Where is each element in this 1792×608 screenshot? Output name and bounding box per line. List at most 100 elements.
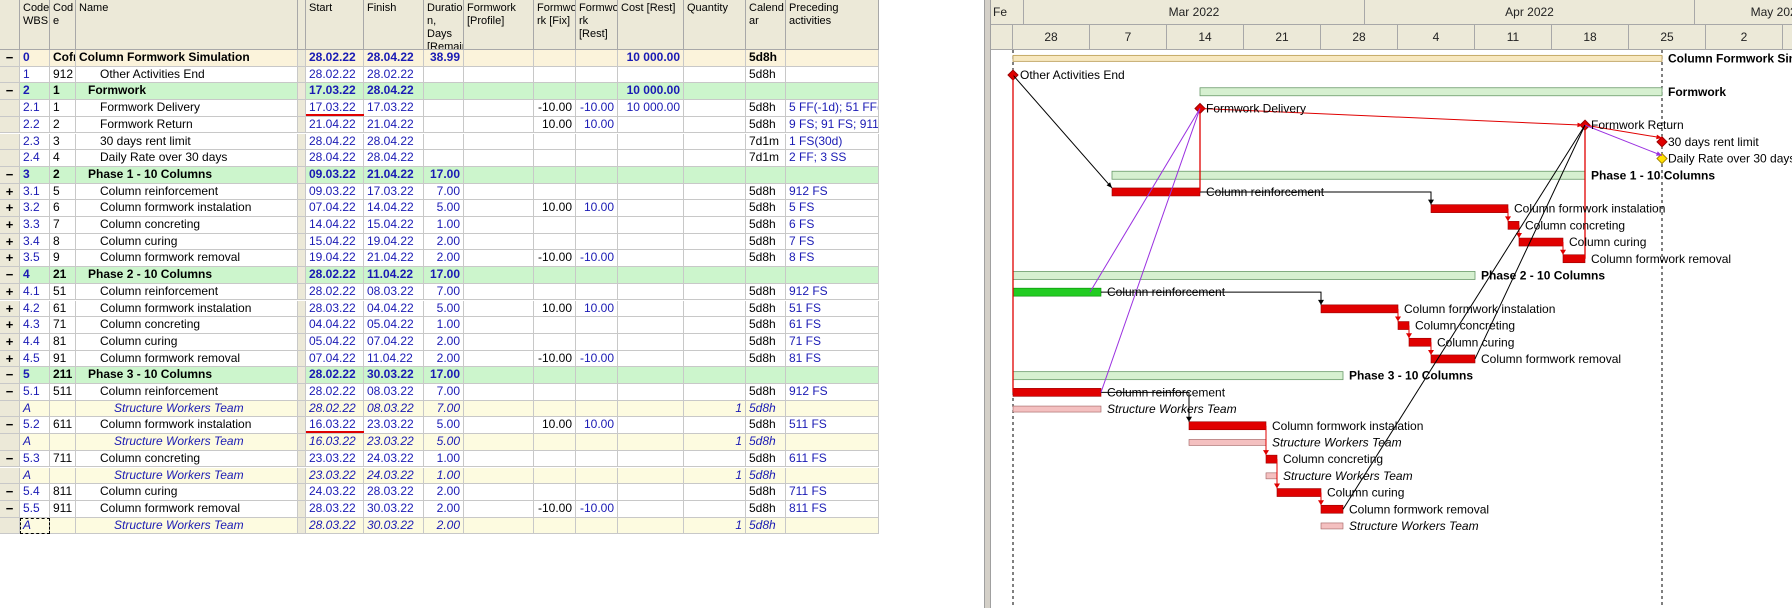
cell-fix[interactable]	[534, 484, 576, 501]
cell-code[interactable]: 911	[50, 500, 76, 518]
cell-rest[interactable]: -10.00	[576, 100, 618, 117]
collapse-toggle[interactable]: −	[0, 267, 20, 284]
collapse-toggle[interactable]: −	[0, 50, 20, 67]
cell-rest[interactable]	[576, 317, 618, 334]
cell-finish[interactable]: 11.04.22	[364, 350, 424, 368]
column-header-cost[interactable]: Cost [Rest]	[618, 0, 684, 50]
cell-cal[interactable]	[746, 367, 786, 384]
cell-rest[interactable]: 10.00	[576, 200, 618, 217]
cell-cal[interactable]: 5d8h	[746, 217, 786, 234]
cell-finish[interactable]: 17.03.22	[364, 183, 424, 201]
cell-duration[interactable]: 5.00	[424, 200, 464, 217]
cell-duration[interactable]: 2.00	[424, 250, 464, 268]
cell-wbs[interactable]: 5	[20, 367, 50, 384]
cell-start[interactable]: 23.03.22	[306, 450, 364, 468]
cell-name[interactable]: Column concreting	[76, 217, 298, 234]
cell-wbs[interactable]: 0	[20, 50, 50, 67]
cell-wbs[interactable]: A	[20, 434, 50, 451]
cell-code[interactable]: 51	[50, 283, 76, 301]
column-header-start[interactable]: Start	[306, 0, 364, 50]
cell-name[interactable]: Column reinforcement	[76, 283, 298, 301]
cell-qty[interactable]: 1	[684, 434, 746, 451]
cell-finish[interactable]: 24.03.22	[364, 450, 424, 468]
cell-cost[interactable]	[618, 250, 684, 268]
cell-fix[interactable]: 10.00	[534, 200, 576, 217]
cell-cost[interactable]	[618, 116, 684, 134]
cell-finish[interactable]: 08.03.22	[364, 384, 424, 401]
cell-start[interactable]: 16.03.22	[306, 434, 364, 451]
cell-fix[interactable]	[534, 166, 576, 184]
cell-duration[interactable]: 7.00	[424, 400, 464, 418]
cell-cal[interactable]: 5d8h	[746, 450, 786, 468]
cell-name[interactable]: Structure Workers Team	[76, 467, 298, 485]
cell-fix[interactable]	[534, 50, 576, 67]
cell-rest[interactable]	[576, 83, 618, 101]
cell-profile[interactable]	[464, 133, 534, 151]
cell-cal[interactable]: 5d8h	[746, 317, 786, 334]
cell-code[interactable]: 511	[50, 384, 76, 401]
cell-code[interactable]: 6	[50, 200, 76, 217]
cell-cal[interactable]: 5d8h	[746, 434, 786, 451]
cell-name[interactable]: Phase 1 - 10 Columns	[76, 166, 298, 184]
cell-finish[interactable]: 21.04.22	[364, 166, 424, 184]
cell-qty[interactable]: 1	[684, 467, 746, 485]
cell-finish[interactable]: 28.03.22	[364, 484, 424, 501]
cell-cost[interactable]	[618, 417, 684, 435]
cell-cal[interactable]: 5d8h	[746, 484, 786, 501]
cell-qty[interactable]	[684, 384, 746, 401]
column-header-ctrl[interactable]	[0, 0, 20, 50]
cell-cost[interactable]	[618, 183, 684, 201]
cell-cost[interactable]	[618, 300, 684, 318]
cell-name[interactable]: Formwork	[76, 83, 298, 101]
cell-start[interactable]: 28.03.22	[306, 517, 364, 535]
cell-cost[interactable]	[618, 367, 684, 384]
row-selector[interactable]	[0, 150, 20, 167]
cell-finish[interactable]: 11.04.22	[364, 267, 424, 284]
cell-pred[interactable]	[786, 434, 879, 451]
cell-finish[interactable]: 28.04.22	[364, 50, 424, 67]
cell-profile[interactable]	[464, 283, 534, 301]
cell-fix[interactable]	[534, 83, 576, 101]
cell-finish[interactable]: 17.03.22	[364, 100, 424, 117]
cell-cal[interactable]: 5d8h	[746, 350, 786, 368]
column-header-finish[interactable]: Finish	[364, 0, 424, 50]
cell-qty[interactable]	[684, 267, 746, 284]
cell-duration[interactable]: 2.00	[424, 233, 464, 251]
cell-pred[interactable]: 6 FS	[786, 217, 879, 234]
cell-fix[interactable]	[534, 66, 576, 84]
cell-fix[interactable]: -10.00	[534, 350, 576, 368]
cell-wbs[interactable]: 3.3	[20, 217, 50, 234]
cell-cal[interactable]: 5d8h	[746, 116, 786, 134]
cell-code[interactable]: 711	[50, 450, 76, 468]
cell-name[interactable]: Structure Workers Team	[76, 434, 298, 451]
cell-cal[interactable]: 5d8h	[746, 283, 786, 301]
cell-start[interactable]: 28.02.22	[306, 367, 364, 384]
cell-cost[interactable]: 10 000.00	[618, 100, 684, 117]
cell-pred[interactable]: 9 FS; 91 FS; 911 F	[786, 116, 879, 134]
cell-profile[interactable]	[464, 434, 534, 451]
cell-qty[interactable]	[684, 116, 746, 134]
cell-pred[interactable]	[786, 517, 879, 535]
cell-profile[interactable]	[464, 83, 534, 101]
cell-wbs[interactable]: 2.1	[20, 100, 50, 117]
cell-duration[interactable]: 17.00	[424, 166, 464, 184]
cell-name[interactable]: Column formwork instalation	[76, 300, 298, 318]
cell-profile[interactable]	[464, 217, 534, 234]
cell-fix[interactable]: -10.00	[534, 250, 576, 268]
cell-start[interactable]: 28.02.22	[306, 66, 364, 84]
cell-cost[interactable]	[618, 517, 684, 535]
cell-name[interactable]: Column curing	[76, 233, 298, 251]
cell-qty[interactable]	[684, 150, 746, 167]
cell-rest[interactable]	[576, 183, 618, 201]
cell-fix[interactable]	[534, 467, 576, 485]
cell-code[interactable]: 211	[50, 367, 76, 384]
cell-name[interactable]: Structure Workers Team	[76, 517, 298, 535]
cell-duration[interactable]: 2.00	[424, 500, 464, 518]
cell-wbs[interactable]: A	[20, 467, 50, 485]
cell-name[interactable]: Column reinforcement	[76, 384, 298, 401]
cell-duration[interactable]: 5.00	[424, 417, 464, 435]
cell-wbs[interactable]: 4.2	[20, 300, 50, 318]
cell-pred[interactable]	[786, 467, 879, 485]
cell-duration[interactable]: 2.00	[424, 350, 464, 368]
cell-qty[interactable]	[684, 417, 746, 435]
